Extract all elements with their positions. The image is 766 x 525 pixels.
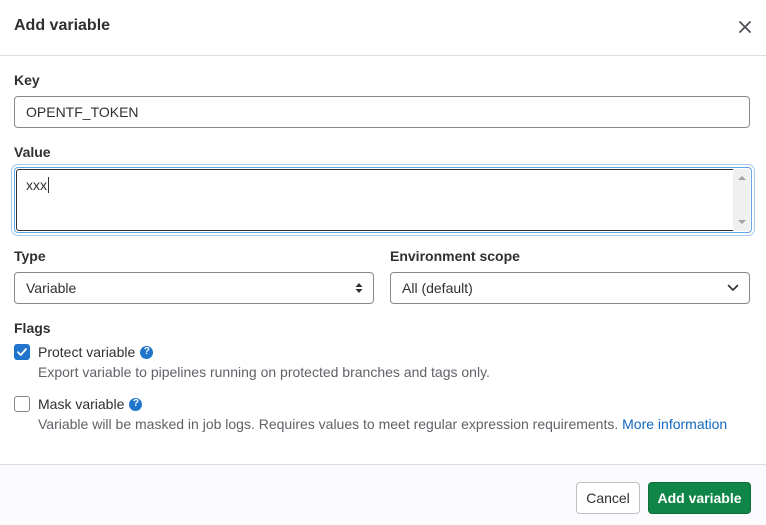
- key-input[interactable]: OPENTF_TOKEN: [14, 96, 750, 128]
- key-label: Key: [14, 72, 40, 88]
- textarea-scrollbar[interactable]: [733, 169, 750, 231]
- value-textarea[interactable]: xxx: [14, 167, 752, 233]
- scroll-up-arrow-icon[interactable]: [738, 176, 746, 180]
- select-updown-icon: [355, 273, 363, 303]
- checkmark-icon: [17, 348, 27, 356]
- modal-footer: Cancel Add variable: [0, 464, 766, 525]
- scroll-down-arrow-icon[interactable]: [738, 220, 746, 224]
- close-button[interactable]: [734, 16, 756, 38]
- modal-title: Add variable: [14, 17, 111, 34]
- value-text: xxx: [26, 177, 49, 193]
- flags-label: Flags: [14, 320, 51, 336]
- type-select-value: Variable: [26, 280, 77, 296]
- value-label: Value: [14, 144, 51, 160]
- cancel-button[interactable]: Cancel: [576, 482, 640, 514]
- protect-variable-label: Protect variable ?: [38, 344, 154, 360]
- modal-header: Add variable: [0, 0, 766, 56]
- text-caret: [48, 177, 49, 193]
- type-select[interactable]: Variable: [14, 272, 374, 304]
- mask-variable-label: Mask variable ?: [38, 396, 143, 412]
- environment-scope-dropdown[interactable]: All (default): [390, 272, 750, 304]
- chevron-down-icon: [727, 273, 739, 303]
- environment-scope-label: Environment scope: [390, 248, 520, 264]
- mask-variable-checkbox[interactable]: [14, 396, 30, 412]
- environment-scope-value: All (default): [402, 280, 473, 296]
- more-information-link[interactable]: More information: [622, 416, 727, 432]
- close-icon: [739, 21, 751, 33]
- value-textarea-focus-ring: [16, 169, 750, 231]
- mask-variable-help: Variable will be masked in job logs. Req…: [38, 416, 728, 432]
- protect-variable-help: Export variable to pipelines running on …: [38, 364, 490, 380]
- protect-variable-checkbox[interactable]: [14, 344, 30, 360]
- type-label: Type: [14, 248, 46, 264]
- add-variable-modal: Add variable Key OPENTF_TOKEN Value xxx …: [0, 0, 766, 525]
- question-icon[interactable]: ?: [140, 345, 154, 359]
- add-variable-button[interactable]: Add variable: [648, 482, 751, 514]
- question-icon[interactable]: ?: [129, 397, 143, 411]
